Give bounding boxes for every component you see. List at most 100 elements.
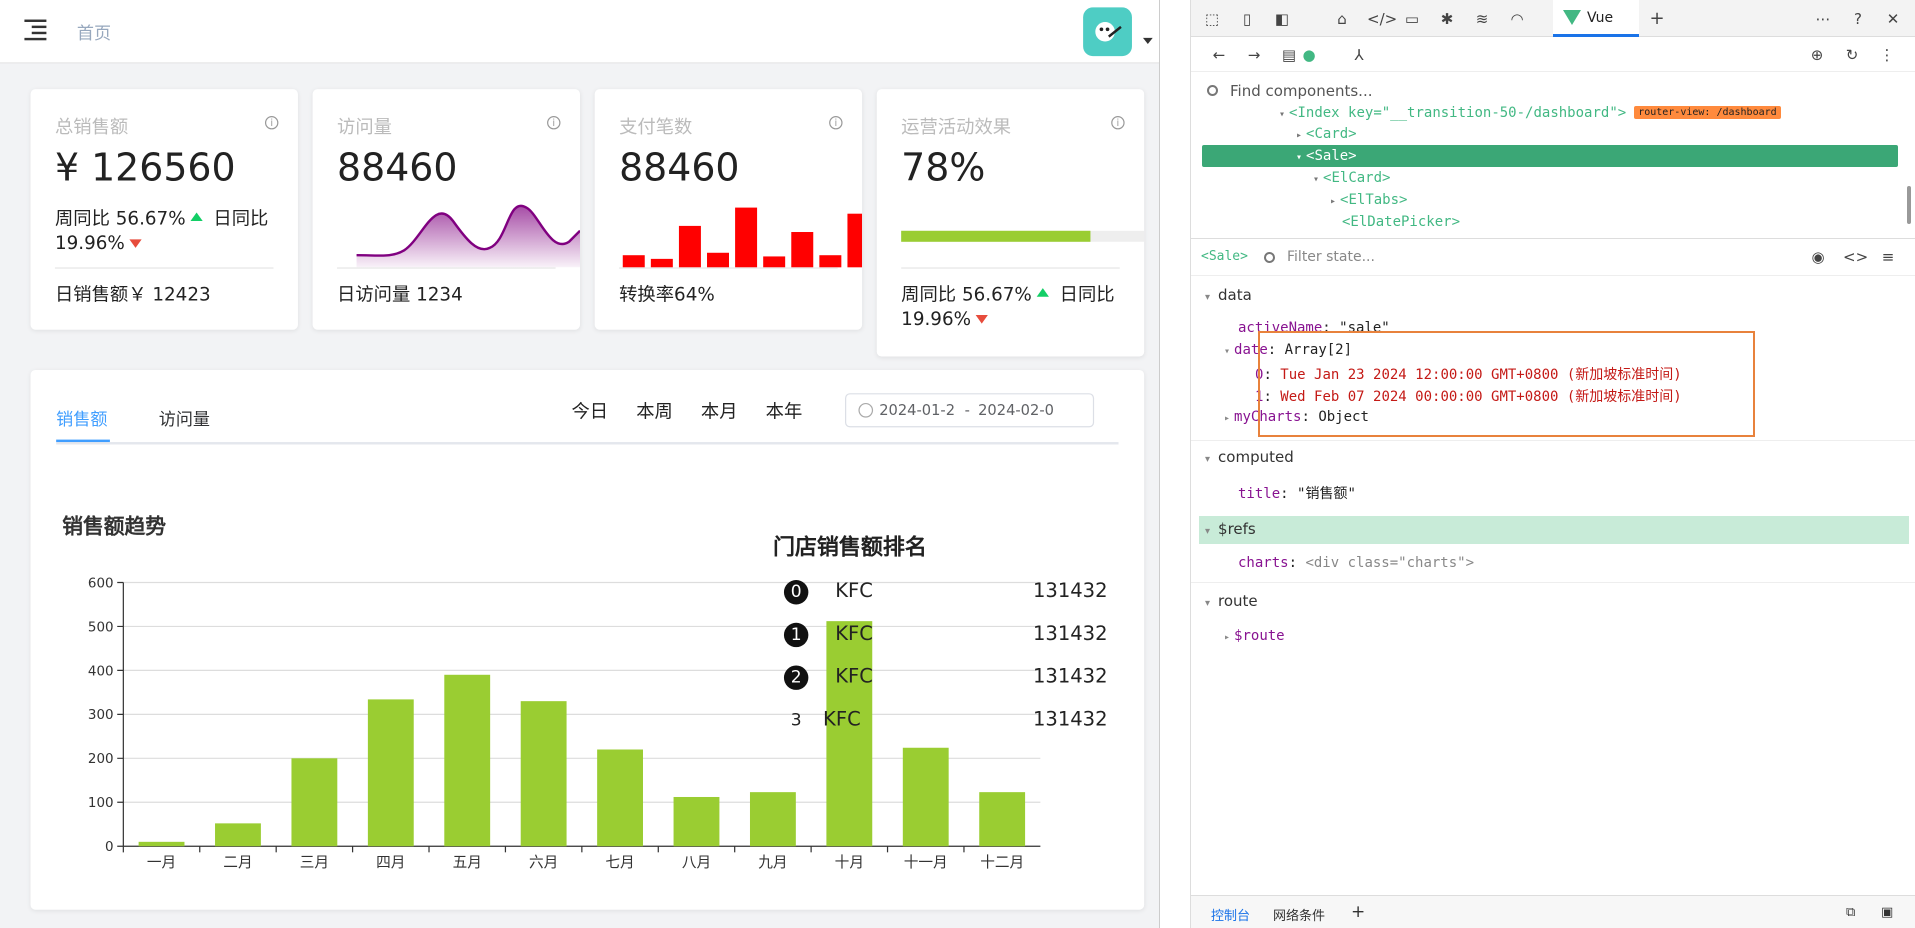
state-route[interactable]: ▸ $route <box>1224 628 1285 644</box>
y-tick-label: 300 <box>88 708 114 723</box>
card-compare: 周同比 56.67% 日同比 19.96% <box>901 282 1133 331</box>
card-value: ¥ 126560 <box>54 146 236 191</box>
component-tree: ▾ <Index key="__transition-50-/dashboard"… <box>1191 104 1915 239</box>
device-toolbar-icon[interactable]: ▯ <box>1237 9 1257 29</box>
tree-node-card[interactable]: ▸ <Card> <box>1296 123 1357 145</box>
section-computed[interactable]: ▾ computed <box>1205 448 1294 466</box>
campaign-progress-fill <box>901 230 1091 242</box>
y-tick-label: 500 <box>88 620 114 635</box>
info-icon[interactable]: i <box>829 116 843 130</box>
x-tick-label: 六月 <box>529 854 558 871</box>
tab-vue[interactable]: Vue <box>1553 0 1639 37</box>
network-wifi-icon[interactable]: ≋ <box>1472 9 1492 29</box>
divider <box>619 267 838 269</box>
open-in-editor-icon[interactable]: <> <box>1843 247 1868 267</box>
info-icon[interactable]: i <box>1111 116 1125 130</box>
tree-node-elcard[interactable]: ▾ <ElCard> <box>1313 167 1390 189</box>
divider <box>1191 582 1915 583</box>
payments-bar-chart <box>622 207 863 268</box>
drawer-tabbar: 控制台 网络条件 + ⧉ ▣ <box>1191 895 1915 928</box>
ranking-title: 门店销售额排名 <box>772 534 927 561</box>
state-options-icon[interactable]: ≡ <box>1878 247 1898 267</box>
component-tree-icon[interactable]: ⅄ <box>1349 45 1369 65</box>
vue-tab-label: Vue <box>1587 10 1614 26</box>
tree-node-label: <Card> <box>1306 126 1357 142</box>
hamburger-menu-icon[interactable] <box>24 19 47 41</box>
app-status-icon[interactable]: ● <box>1299 45 1319 65</box>
tree-node-label: <ElTabs> <box>1340 192 1408 208</box>
week-value: 56.67% <box>961 283 1032 306</box>
add-drawer-tab-icon[interactable]: + <box>1351 902 1365 922</box>
undock-drawer-icon[interactable]: ⧉ <box>1846 905 1855 920</box>
section-data[interactable]: ▾ data <box>1205 286 1252 304</box>
section-label: data <box>1218 286 1252 304</box>
info-icon[interactable]: i <box>547 116 561 130</box>
tree-node-eldatepicker[interactable]: <ElDatePicker> <box>1342 211 1460 233</box>
app-selector-icon[interactable]: ▤ <box>1279 45 1299 65</box>
performance-gauge-icon[interactable]: ◠ <box>1507 9 1527 29</box>
tab-console[interactable]: 控制台 <box>1211 905 1250 928</box>
refresh-icon[interactable]: ↻ <box>1842 45 1862 65</box>
section-refs[interactable]: ▾ $refs <box>1205 520 1256 538</box>
tree-node-label: <Sale> <box>1306 148 1357 164</box>
state-charts-ref[interactable]: charts: <div class="charts"> <box>1238 555 1474 571</box>
avatar-dropdown-caret-icon[interactable] <box>1142 37 1153 44</box>
card-value: 88460 <box>337 146 458 191</box>
card-value: 88460 <box>619 146 740 191</box>
select-component-target-icon[interactable]: ⊕ <box>1807 45 1827 65</box>
tree-node-index[interactable]: ▾ <Index key="__transition-50-/dashboard"… <box>1279 104 1781 124</box>
elements-code-icon[interactable]: </> <box>1367 9 1397 29</box>
tree-node-sale[interactable]: ▾ <Sale> <box>1296 145 1357 167</box>
console-icon[interactable]: ▭ <box>1402 9 1422 29</box>
refs-section-highlight <box>1199 516 1909 544</box>
ranking-row: 2 KFC 131432 <box>783 664 1114 691</box>
close-drawer-icon[interactable]: ▣ <box>1881 905 1893 920</box>
top-navbar: 首页 <box>0 0 1159 64</box>
bar <box>291 758 338 847</box>
tree-node-label: <ElDatePicker> <box>1342 214 1461 230</box>
help-icon[interactable]: ? <box>1848 9 1868 29</box>
tree-scrollbar[interactable] <box>1907 186 1911 224</box>
divider <box>901 267 1120 269</box>
search-icon <box>1207 85 1218 96</box>
more-options-icon[interactable]: ⋯ <box>1813 9 1833 29</box>
bar <box>979 792 1026 847</box>
dashboard-page: 首页 总销售额 i ¥ 126560 周同比 56.67% 日同比 19.96%… <box>0 0 1159 928</box>
filter-state-input[interactable]: Filter state... <box>1287 249 1375 265</box>
add-tab-icon[interactable]: + <box>1647 9 1667 29</box>
vertical-more-icon[interactable]: ⋮ <box>1877 45 1897 65</box>
card-payments: 支付笔数 i 88460 转换率64% <box>594 89 863 330</box>
ranking-row: 3 KFC 131432 <box>784 707 1114 734</box>
active-tab-indicator <box>1553 34 1639 37</box>
breadcrumb-home[interactable]: 首页 <box>77 21 111 45</box>
vue-toolbar: ← → ▤ ● ⅄ ⊕ ↻ ⋮ <box>1191 38 1915 72</box>
rank-store-value: 131432 <box>1032 664 1108 688</box>
inspect-dom-icon[interactable]: ◉ <box>1808 247 1828 267</box>
tab-network-conditions[interactable]: 网络条件 <box>1273 905 1325 924</box>
state-toolbar: <Sale> Filter state... ◉ <> ≡ <box>1191 240 1915 276</box>
dock-side-icon[interactable]: ◧ <box>1272 9 1292 29</box>
forward-arrow-icon[interactable]: → <box>1244 45 1264 65</box>
state-value: "销售额" <box>1297 486 1356 502</box>
inspect-element-icon[interactable]: ⬚ <box>1202 9 1222 29</box>
close-devtools-icon[interactable]: ✕ <box>1883 9 1903 29</box>
campaign-progress-track <box>901 230 1145 242</box>
divider <box>337 267 556 269</box>
find-components-input[interactable]: Find components... <box>1230 82 1372 100</box>
app-root: 首页 总销售额 i ¥ 126560 周同比 56.67% 日同比 19.96%… <box>0 0 1915 928</box>
rank-store-value: 131432 <box>1032 707 1108 731</box>
welcome-home-icon[interactable]: ⌂ <box>1332 9 1352 29</box>
sources-bug-icon[interactable]: ✱ <box>1437 9 1457 29</box>
bar <box>215 823 261 847</box>
bar <box>597 749 643 847</box>
back-arrow-icon[interactable]: ← <box>1209 45 1229 65</box>
bar <box>902 747 949 847</box>
user-avatar[interactable] <box>1083 7 1132 57</box>
section-route[interactable]: ▾ route <box>1205 592 1258 610</box>
info-icon[interactable]: i <box>264 116 279 130</box>
state-title[interactable]: title: "销售额" <box>1238 483 1356 503</box>
card-title: 运营活动效果 <box>901 116 1012 138</box>
visits-area-chart <box>356 204 581 268</box>
section-label: computed <box>1218 448 1294 466</box>
tree-node-eltabs[interactable]: ▸ <ElTabs> <box>1330 189 1407 211</box>
